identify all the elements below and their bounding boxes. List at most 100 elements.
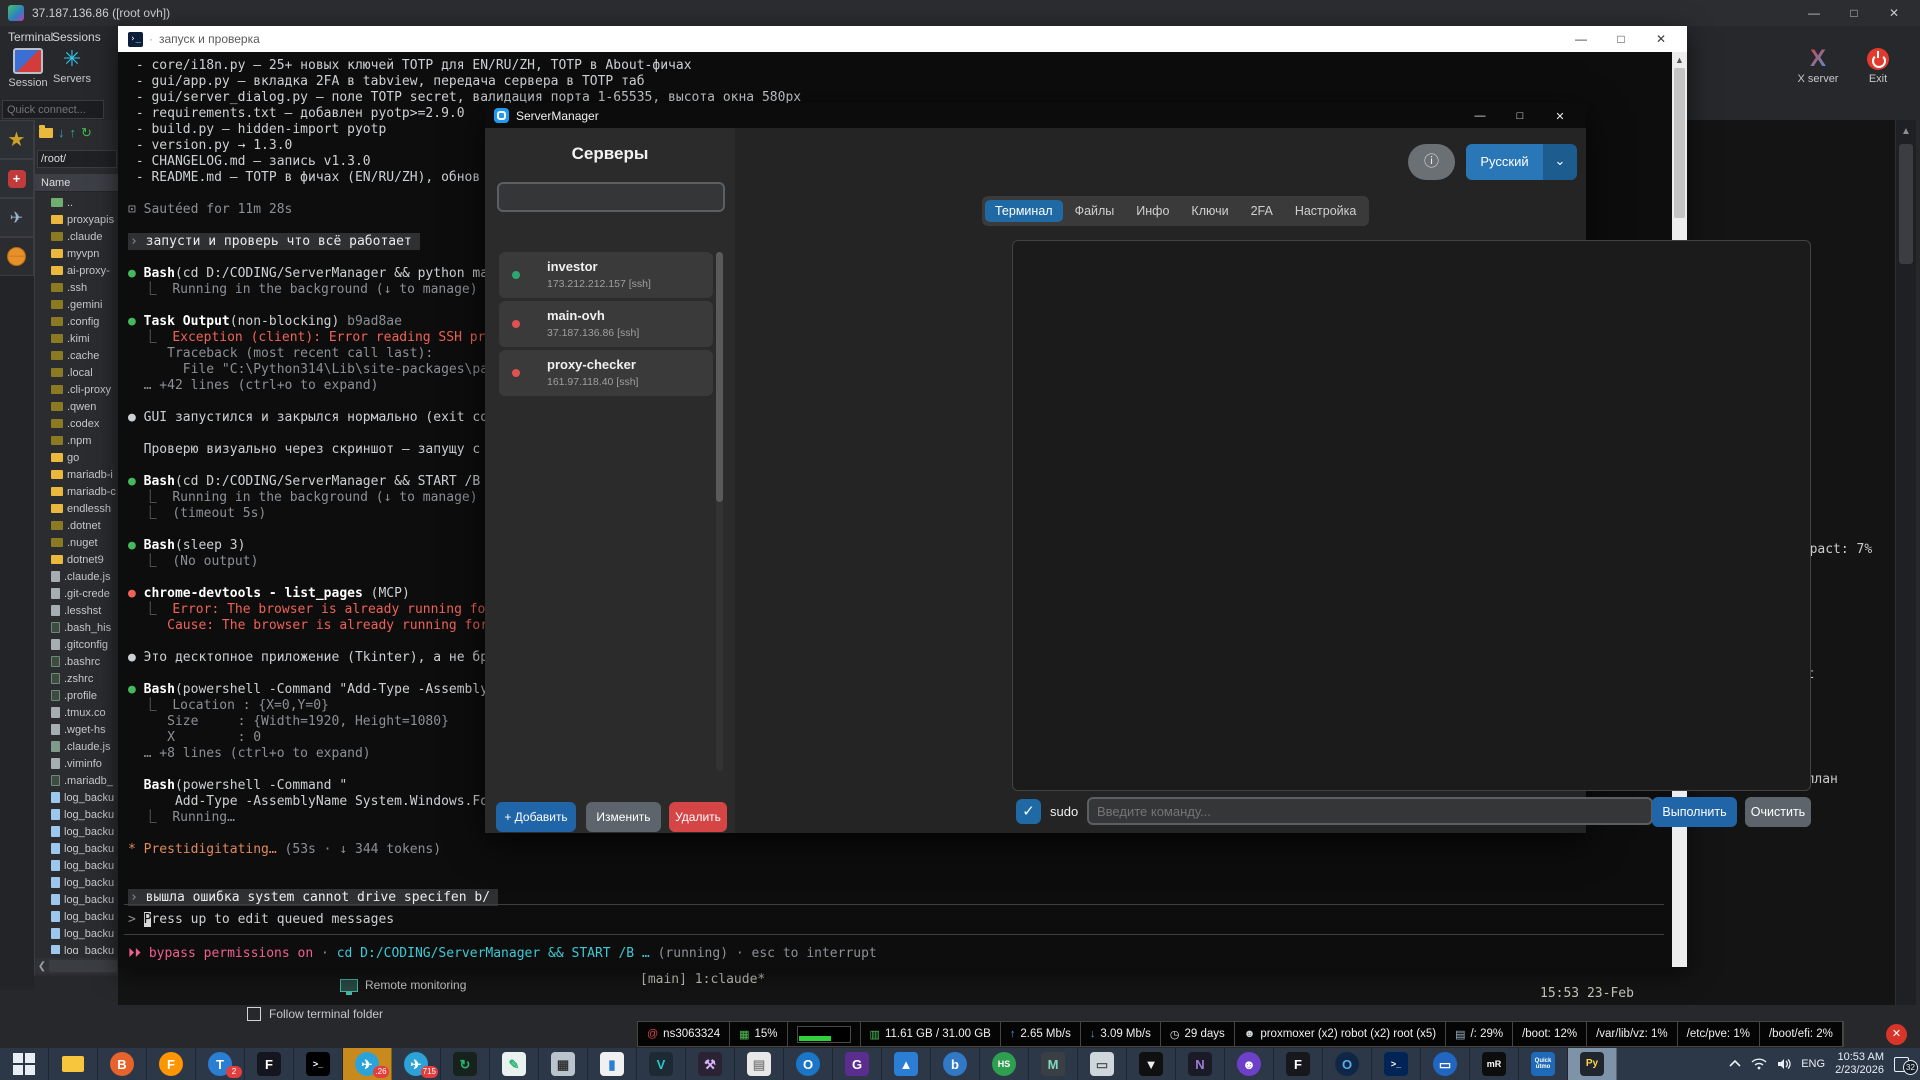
- taskbar-photos[interactable]: ▲: [882, 1048, 931, 1080]
- taskbar-start[interactable]: [0, 1048, 49, 1080]
- statusbar-close-button[interactable]: ✕: [1886, 1024, 1907, 1045]
- taskbar-python-terminal[interactable]: Py: [1568, 1048, 1617, 1080]
- maximize-icon[interactable]: □: [1834, 6, 1874, 20]
- file-row-.npm[interactable]: .npm: [35, 432, 119, 449]
- terminal-input-line[interactable]: > Press up to edit queued messages: [128, 912, 394, 927]
- taskbar-file-explorer[interactable]: [49, 1048, 98, 1080]
- language-dropdown[interactable]: Русский ⌄: [1466, 144, 1577, 180]
- file-row-log_backu[interactable]: log_backu: [35, 823, 119, 840]
- file-row-log_backu[interactable]: log_backu: [35, 789, 119, 806]
- exit-button[interactable]: Exit: [1856, 48, 1900, 85]
- rail-tab-sessions[interactable]: ✈: [0, 198, 34, 237]
- file-row-.dotnet[interactable]: .dotnet: [35, 517, 119, 534]
- speaker-icon[interactable]: [1777, 1058, 1791, 1070]
- file-row-log_backu[interactable]: log_backu: [35, 874, 119, 891]
- add-server-button[interactable]: + Добавить: [496, 802, 576, 832]
- taskbar-powershell[interactable]: >_: [1372, 1048, 1421, 1080]
- file-row-.claude[interactable]: .claude: [35, 228, 119, 245]
- file-row-log_backu[interactable]: log_backu: [35, 840, 119, 857]
- file-row-ai-proxy-[interactable]: ai-proxy-: [35, 262, 119, 279]
- file-row-log_backu[interactable]: log_backu: [35, 857, 119, 874]
- tray-chevron-up-icon[interactable]: [1729, 1060, 1741, 1068]
- file-row-..[interactable]: ..: [35, 194, 119, 211]
- minimize-icon[interactable]: —: [1460, 110, 1500, 122]
- horizontal-scrollbar[interactable]: ❮: [35, 958, 119, 974]
- file-row-log_backu[interactable]: log_backu: [35, 908, 119, 925]
- tab-2FA[interactable]: 2FA: [1241, 200, 1283, 222]
- remote-monitoring-toggle[interactable]: Remote monitoring: [340, 978, 466, 992]
- file-row-.profile[interactable]: .profile: [35, 687, 119, 704]
- wifi-icon[interactable]: [1751, 1058, 1767, 1070]
- file-row-.viminfo[interactable]: .viminfo: [35, 755, 119, 772]
- session-button[interactable]: Session: [6, 48, 50, 89]
- taskbar-neovim[interactable]: N: [1176, 1048, 1225, 1080]
- taskbar-funnel-app[interactable]: ▼: [1127, 1048, 1176, 1080]
- server-card-main-ovh[interactable]: main-ovh37.187.136.86 [ssh]: [499, 301, 713, 347]
- taskbar-github[interactable]: ☻: [1225, 1048, 1274, 1080]
- taskbar-cmd[interactable]: >_: [294, 1048, 343, 1080]
- minimize-icon[interactable]: —: [1561, 32, 1601, 46]
- file-row-dotnet9[interactable]: dotnet9: [35, 551, 119, 568]
- file-row-.gitconfig[interactable]: .gitconfig: [35, 636, 119, 653]
- file-row-.wget-hs[interactable]: .wget-hs: [35, 721, 119, 738]
- server-card-proxy-checker[interactable]: proxy-checker161.97.118.40 [ssh]: [499, 350, 713, 396]
- file-row-go[interactable]: go: [35, 449, 119, 466]
- file-row-.gemini[interactable]: .gemini: [35, 296, 119, 313]
- taskbar-swirl-app[interactable]: O: [784, 1048, 833, 1080]
- file-row-.codex[interactable]: .codex: [35, 415, 119, 432]
- delete-server-button[interactable]: Удалить: [669, 802, 727, 832]
- file-row-.tmux.co[interactable]: .tmux.co: [35, 704, 119, 721]
- terminal-titlebar[interactable]: ›_ · запуск и проверка — □ ✕: [118, 26, 1687, 52]
- download-icon[interactable]: ↓: [58, 126, 65, 140]
- taskbar-v-app[interactable]: V: [637, 1048, 686, 1080]
- taskbar-figma[interactable]: F: [1274, 1048, 1323, 1080]
- taskbar-blue-b-app[interactable]: b: [931, 1048, 980, 1080]
- taskbar-tools-app[interactable]: ⚒: [686, 1048, 735, 1080]
- taskbar-anydesk[interactable]: ▭: [1421, 1048, 1470, 1080]
- scroll-up-icon[interactable]: ▲: [1896, 120, 1916, 137]
- taskbar-thunderbird[interactable]: T2: [196, 1048, 245, 1080]
- close-icon[interactable]: ✕: [1540, 110, 1580, 123]
- file-row-.config[interactable]: .config: [35, 313, 119, 330]
- file-row-.local[interactable]: .local: [35, 364, 119, 381]
- file-row-.bash_his[interactable]: .bash_his: [35, 619, 119, 636]
- taskbar-brave[interactable]: B: [98, 1048, 147, 1080]
- rail-tab-favorites[interactable]: ★: [0, 120, 34, 159]
- file-row-.ssh[interactable]: .ssh: [35, 279, 119, 296]
- server-card-investor[interactable]: investor173.212.212.157 [ssh]: [499, 252, 713, 298]
- refresh-icon[interactable]: ↻: [81, 126, 92, 140]
- tray-clock[interactable]: 10:53 AM 2/23/2026: [1835, 1051, 1884, 1077]
- column-header-name[interactable]: Name: [35, 174, 119, 192]
- file-row-log_backu[interactable]: log_backu: [35, 942, 119, 954]
- run-button[interactable]: Выполнить: [1652, 797, 1737, 827]
- upload-icon[interactable]: ↑: [70, 126, 77, 140]
- maximize-icon[interactable]: □: [1500, 110, 1540, 122]
- edit-server-button[interactable]: Изменить: [586, 802, 661, 832]
- file-row-.lesshst[interactable]: .lesshst: [35, 602, 119, 619]
- follow-terminal-folder-toggle[interactable]: Follow terminal folder: [247, 1007, 383, 1021]
- language-indicator[interactable]: ENG: [1801, 1058, 1825, 1070]
- notification-center-icon[interactable]: 32: [1894, 1056, 1912, 1072]
- taskbar-g-app[interactable]: G: [833, 1048, 882, 1080]
- scroll-left-icon[interactable]: ❮: [35, 961, 49, 972]
- tab-Ключи[interactable]: Ключи: [1181, 200, 1238, 222]
- file-row-log_backu[interactable]: log_backu: [35, 891, 119, 908]
- servers-button[interactable]: ✳ Servers: [50, 48, 94, 85]
- server-list-scrollbar[interactable]: [716, 252, 723, 771]
- sudo-checkbox[interactable]: ✓: [1016, 799, 1041, 824]
- file-row-log_backu[interactable]: log_backu: [35, 806, 119, 823]
- file-row-log_backu[interactable]: log_backu: [35, 925, 119, 942]
- minimize-icon[interactable]: —: [1794, 6, 1834, 20]
- checkbox-icon[interactable]: [247, 1007, 261, 1021]
- file-row-.qwen[interactable]: .qwen: [35, 398, 119, 415]
- file-row-mariadb-c[interactable]: mariadb-c: [35, 483, 119, 500]
- x-server-button[interactable]: X X server: [1796, 48, 1840, 85]
- file-row-myvpn[interactable]: myvpn: [35, 245, 119, 262]
- taskbar-telegram-1[interactable]: ✈.26: [343, 1048, 392, 1080]
- file-row-proxyapis[interactable]: proxyapis: [35, 211, 119, 228]
- file-row-.mariadb_[interactable]: .mariadb_: [35, 772, 119, 789]
- folder-up-icon[interactable]: [39, 128, 53, 138]
- file-row-.cli-proxy[interactable]: .cli-proxy: [35, 381, 119, 398]
- path-input[interactable]: [37, 150, 117, 168]
- tab-Инфо[interactable]: Инфо: [1126, 200, 1179, 222]
